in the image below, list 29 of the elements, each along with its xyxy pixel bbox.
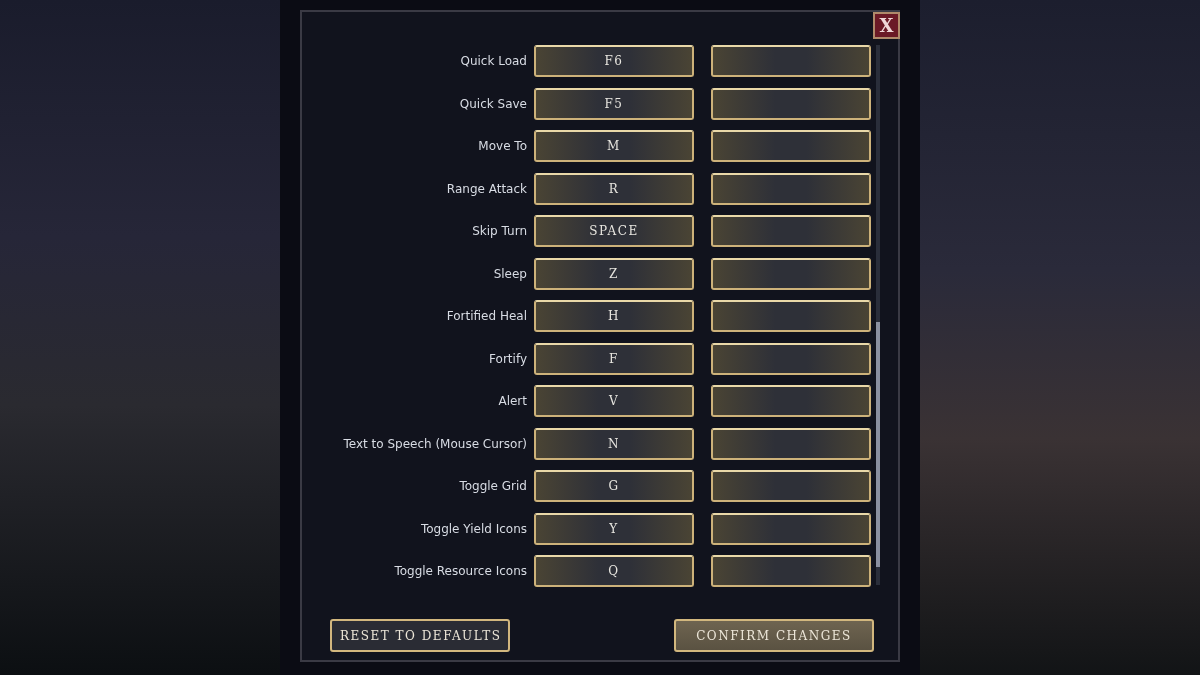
action-label: Toggle Yield Icons [420, 521, 527, 536]
confirm-button[interactable]: CONFIRM CHANGES [674, 619, 874, 652]
key-binding-button[interactable]: Z [534, 257, 694, 290]
key-binding-button[interactable]: V [534, 385, 694, 417]
key-binding-button[interactable]: H [534, 300, 694, 332]
action-label: Fortify [489, 351, 527, 366]
action-label: Quick Save [459, 96, 527, 111]
action-label: Skip Turn [472, 224, 527, 238]
key-binding-button[interactable]: M [534, 130, 694, 162]
key-binding-button[interactable]: Y [534, 512, 694, 545]
key-binding-button[interactable]: F5 [534, 87, 694, 120]
action-label: Text to Speech (Mouse Cursor) [343, 436, 527, 451]
action-label: Quick Load [460, 54, 527, 68]
reset-button[interactable]: RESET TO DEFAULTS [330, 619, 510, 652]
action-label: Toggle Resource Icons [394, 564, 527, 578]
key-binding-button[interactable]: F [534, 342, 694, 375]
key-binding-button[interactable]: SPACE [534, 215, 694, 247]
action-label: Alert [498, 394, 527, 408]
action-label: Sleep [493, 266, 527, 281]
action-label: Fortified Heal [446, 309, 527, 323]
key-binding-button[interactable]: R [534, 172, 694, 205]
key-binding-button[interactable]: Q [534, 555, 694, 587]
key-binding-button[interactable]: N [534, 427, 694, 460]
action-label: Range Attack [446, 181, 527, 196]
action-label: Toggle Grid [459, 479, 527, 493]
key-binding-button[interactable]: G [534, 470, 694, 502]
close-button[interactable]: X [873, 12, 900, 39]
action-label: Move To [478, 139, 527, 153]
key-binding-button[interactable]: F6 [534, 45, 694, 77]
